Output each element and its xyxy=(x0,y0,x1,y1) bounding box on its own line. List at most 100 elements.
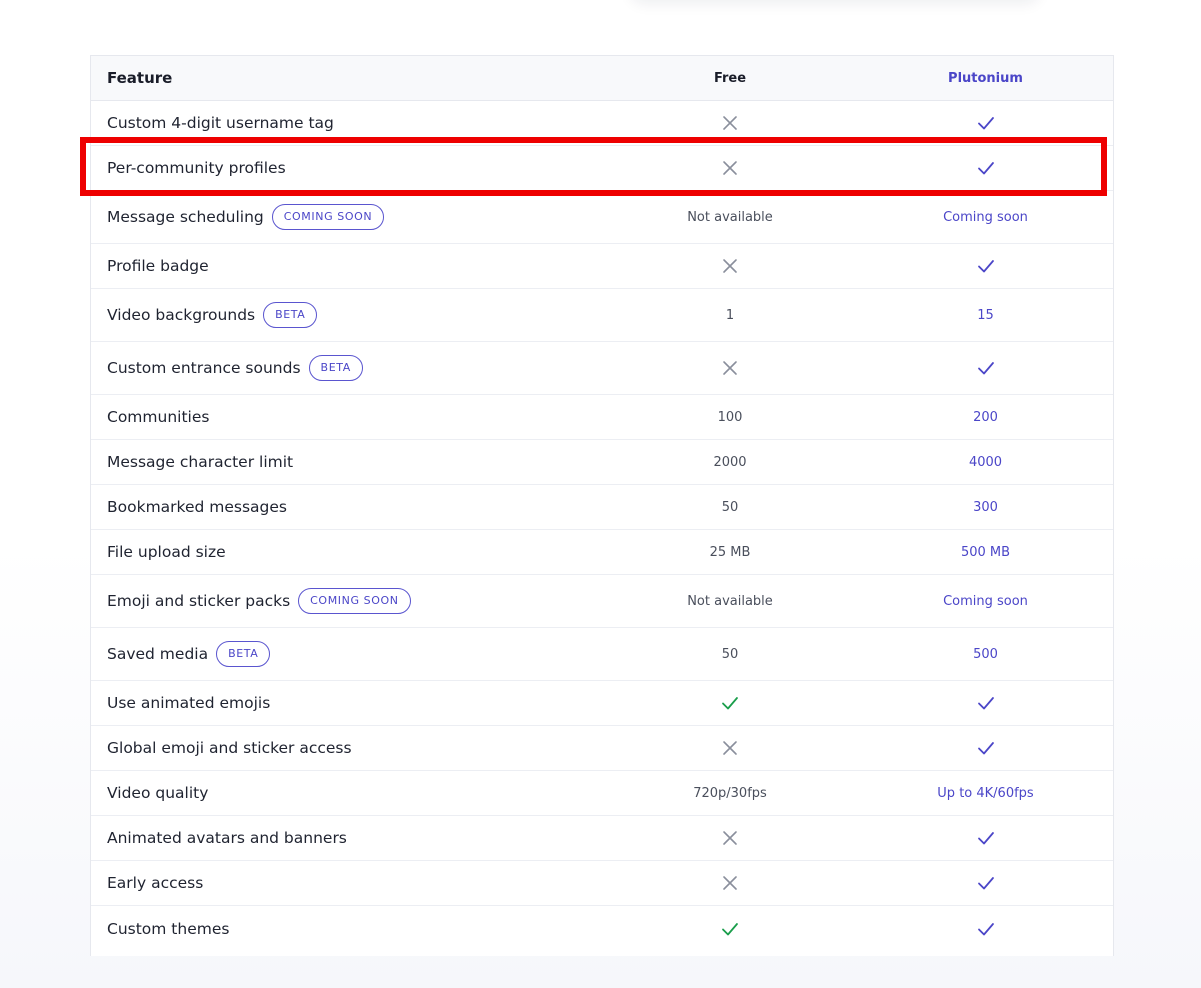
x-icon xyxy=(720,113,740,133)
table-row: File upload size 25 MB 500 MB xyxy=(91,530,1113,575)
free-value: Not available xyxy=(687,593,773,609)
table-row: Custom entrance sounds BETA xyxy=(91,342,1113,395)
checkmark-icon xyxy=(976,828,996,848)
feature-label: Video quality xyxy=(107,784,209,802)
plutonium-value: Coming soon xyxy=(943,209,1028,225)
free-cell xyxy=(602,358,858,378)
plutonium-cell xyxy=(858,828,1113,848)
free-cell: Not available xyxy=(602,210,858,225)
plutonium-value: 500 xyxy=(973,646,998,662)
feature-label: Video backgrounds xyxy=(107,306,256,324)
table-row: Animated avatars and banners xyxy=(91,816,1113,861)
feature-cell: Video backgrounds BETA xyxy=(91,302,602,328)
feature-cell: Animated avatars and banners xyxy=(91,829,602,847)
checkmark-icon xyxy=(976,873,996,893)
plutonium-cell xyxy=(858,158,1113,178)
free-cell: 1 xyxy=(602,308,858,323)
feature-cell: Video quality xyxy=(91,784,602,802)
feature-label: Communities xyxy=(107,408,210,426)
free-cell xyxy=(602,693,858,713)
feature-cell: Custom 4-digit username tag xyxy=(91,114,602,132)
plutonium-cell xyxy=(858,113,1113,133)
table-row: Per-community profiles xyxy=(91,146,1113,191)
table-row: Message character limit 2000 4000 xyxy=(91,440,1113,485)
header-free-cell: Free xyxy=(602,71,858,86)
feature-cell: Profile badge xyxy=(91,257,602,275)
plutonium-value: 200 xyxy=(973,409,998,425)
free-value: 100 xyxy=(717,409,743,425)
header-feature-label: Feature xyxy=(107,69,173,87)
feature-cell: Bookmarked messages xyxy=(91,498,602,516)
checkmark-icon xyxy=(720,919,740,939)
table-row: Message scheduling COMING SOON Not availab… xyxy=(91,191,1113,244)
feature-cell: Saved media BETA xyxy=(91,641,602,667)
free-cell: 100 xyxy=(602,410,858,425)
feature-cell: Global emoji and sticker access xyxy=(91,739,602,757)
checkmark-icon xyxy=(976,738,996,758)
free-cell: 50 xyxy=(602,647,858,662)
checkmark-icon xyxy=(976,256,996,276)
table-row: Custom 4-digit username tag xyxy=(91,101,1113,146)
table-row: Emoji and sticker packs COMING SOON Not av… xyxy=(91,575,1113,628)
status-badge: BETA xyxy=(308,355,363,381)
feature-label: Use animated emojis xyxy=(107,694,271,712)
feature-label: Message character limit xyxy=(107,453,294,471)
table-row: Global emoji and sticker access xyxy=(91,726,1113,771)
free-value: 720p/30fps xyxy=(693,785,767,801)
feature-label: Saved media xyxy=(107,645,209,663)
table-row: Use animated emojis xyxy=(91,681,1113,726)
free-cell xyxy=(602,158,858,178)
plutonium-cell: 500 MB xyxy=(858,545,1113,560)
free-value: 1 xyxy=(725,307,735,323)
status-badge: COMING SOON xyxy=(271,204,385,230)
free-cell xyxy=(602,738,858,758)
checkmark-icon xyxy=(976,358,996,378)
feature-cell: Communities xyxy=(91,408,602,426)
plutonium-cell xyxy=(858,873,1113,893)
feature-cell: Message scheduling COMING SOON xyxy=(91,204,602,230)
feature-label: Global emoji and sticker access xyxy=(107,739,352,757)
feature-cell: Emoji and sticker packs COMING SOON xyxy=(91,588,602,614)
free-cell: 25 MB xyxy=(602,545,858,560)
x-icon xyxy=(720,873,740,893)
feature-label: Emoji and sticker packs xyxy=(107,592,291,610)
free-value: 25 MB xyxy=(709,544,751,560)
free-cell: 50 xyxy=(602,500,858,515)
plutonium-cell: 300 xyxy=(858,500,1113,515)
x-icon xyxy=(720,158,740,178)
plutonium-value: Up to 4K/60fps xyxy=(937,785,1034,801)
plutonium-cell xyxy=(858,256,1113,276)
feature-label: Custom entrance sounds xyxy=(107,359,301,377)
x-icon xyxy=(720,358,740,378)
feature-label: Custom themes xyxy=(107,919,230,938)
table-row: Early access xyxy=(91,861,1113,906)
header-free-label: Free xyxy=(713,70,747,86)
feature-label: Custom 4-digit username tag xyxy=(107,114,334,132)
feature-label: Per-community profiles xyxy=(107,159,286,177)
free-value: 50 xyxy=(721,499,739,515)
checkmark-icon xyxy=(976,158,996,178)
free-cell xyxy=(602,256,858,276)
x-icon xyxy=(720,256,740,276)
plutonium-value: Coming soon xyxy=(943,593,1028,609)
header-feature-cell: Feature xyxy=(91,69,602,87)
feature-cell: Per-community profiles xyxy=(91,159,602,177)
header-plutonium-cell: Plutonium xyxy=(858,71,1113,86)
free-cell xyxy=(602,919,858,939)
feature-cell: Use animated emojis xyxy=(91,694,602,712)
plutonium-value: 4000 xyxy=(968,454,1003,470)
free-value: 2000 xyxy=(713,454,747,470)
plutonium-value: 500 MB xyxy=(960,544,1011,560)
plutonium-cell: 15 xyxy=(858,308,1113,323)
status-badge: COMING SOON xyxy=(298,588,411,614)
feature-label: Message scheduling xyxy=(107,208,264,226)
table-row: Bookmarked messages 50 300 xyxy=(91,485,1113,530)
free-cell: Not available xyxy=(602,594,858,609)
checkmark-icon xyxy=(976,113,996,133)
feature-label: Profile badge xyxy=(107,257,209,275)
feature-label: Animated avatars and banners xyxy=(107,829,347,847)
checkmark-icon xyxy=(976,919,996,939)
plutonium-cell: 500 xyxy=(858,647,1113,662)
plutonium-cell xyxy=(858,738,1113,758)
plutonium-cell xyxy=(858,693,1113,713)
